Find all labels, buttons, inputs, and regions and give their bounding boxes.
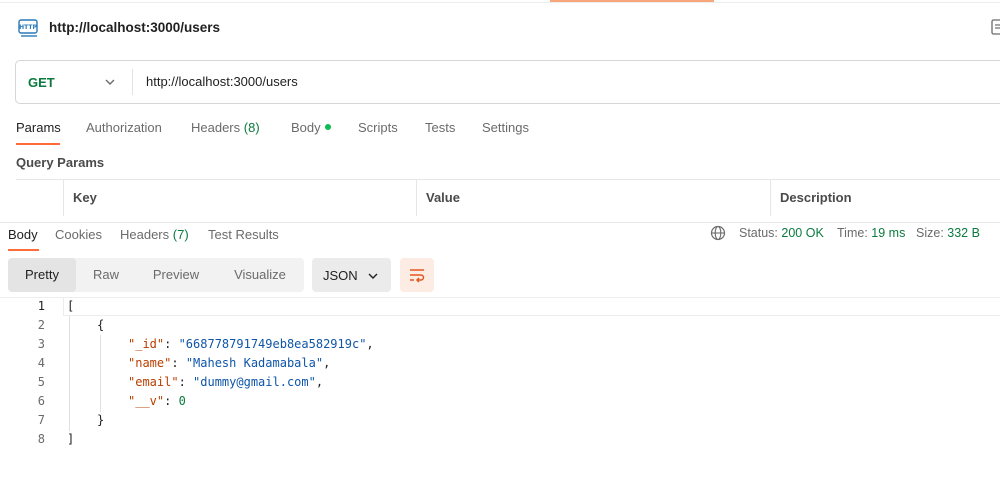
tab-body[interactable]: Body: [291, 120, 331, 135]
size-indicator[interactable]: Size: 332 B: [916, 226, 980, 240]
active-tab-underline: [16, 143, 60, 145]
time-indicator[interactable]: Time: 19 ms: [837, 226, 905, 240]
url-input[interactable]: http://localhost:3000/users: [146, 74, 298, 89]
code-line: "__v": 0: [128, 394, 186, 408]
line-number: 6: [37, 394, 45, 408]
tab-tests[interactable]: Tests: [425, 120, 455, 135]
document-icon[interactable]: [990, 18, 1000, 36]
tab-params[interactable]: Params: [16, 120, 61, 135]
indent-guide: [100, 335, 101, 412]
status-indicator[interactable]: Status: 200 OK: [739, 226, 824, 240]
code-line: }: [97, 413, 105, 427]
wrap-lines-icon: [410, 269, 425, 283]
code-line: "_id": "668778791749eb8ea582919c",: [128, 337, 374, 351]
code-line: {: [97, 318, 105, 332]
raw-button[interactable]: Raw: [78, 258, 134, 292]
line-number: 1: [37, 299, 45, 313]
line-number: 5: [37, 375, 45, 389]
query-params-title: Query Params: [16, 155, 105, 170]
current-line-highlight: [63, 297, 1000, 316]
tab-settings[interactable]: Settings: [482, 120, 529, 135]
globe-icon[interactable]: [710, 225, 726, 241]
indent-guide: [69, 316, 70, 431]
http-icon: HTTP: [18, 19, 38, 37]
query-params-table: Key Value Description: [16, 179, 1000, 216]
value-column-header: Value: [416, 180, 770, 216]
visualize-button[interactable]: Visualize: [222, 258, 298, 292]
chevron-down-icon: [368, 273, 378, 279]
wrap-lines-button[interactable]: [400, 258, 434, 292]
chevron-down-icon[interactable]: [104, 76, 116, 88]
line-number: 3: [37, 337, 45, 351]
line-number: 2: [37, 318, 45, 332]
response-tab-body[interactable]: Body: [8, 227, 38, 242]
svg-text:HTTP: HTTP: [19, 24, 37, 31]
tab-scripts[interactable]: Scripts: [358, 120, 398, 135]
line-number: 4: [37, 356, 45, 370]
request-title[interactable]: http://localhost:3000/users: [49, 20, 220, 35]
code-line: "name": "Mahesh Kadamabala",: [128, 356, 331, 370]
method-select[interactable]: GET: [28, 75, 55, 90]
preview-button[interactable]: Preview: [140, 258, 212, 292]
body-indicator-dot: [324, 124, 331, 130]
code-line: ]: [67, 432, 75, 446]
code-line: "email": "dummy@gmail.com",: [128, 375, 324, 389]
response-active-underline: [8, 249, 39, 251]
format-label: JSON: [323, 268, 358, 283]
view-mode-group: Pretty Raw Preview Visualize: [8, 258, 304, 292]
line-number: 7: [37, 413, 45, 427]
url-divider: [132, 69, 133, 95]
response-tab-test-results[interactable]: Test Results: [208, 227, 279, 242]
key-column-header: Key: [63, 180, 416, 216]
request-header: HTTP http://localhost:3000/users: [0, 10, 1000, 46]
description-column-header: Description: [770, 180, 1000, 216]
tab-authorization[interactable]: Authorization: [86, 120, 162, 135]
url-bar: GET http://localhost:3000/users: [15, 60, 1000, 104]
top-divider: [0, 2, 1000, 3]
tab-headers[interactable]: Headers (8): [191, 120, 260, 135]
format-select[interactable]: JSON: [312, 258, 391, 292]
response-tab-cookies[interactable]: Cookies: [55, 227, 102, 242]
line-number: 8: [37, 432, 45, 446]
response-tab-headers[interactable]: Headers (7): [120, 227, 189, 242]
pretty-button[interactable]: Pretty: [8, 258, 76, 292]
code-line: [: [67, 299, 75, 313]
